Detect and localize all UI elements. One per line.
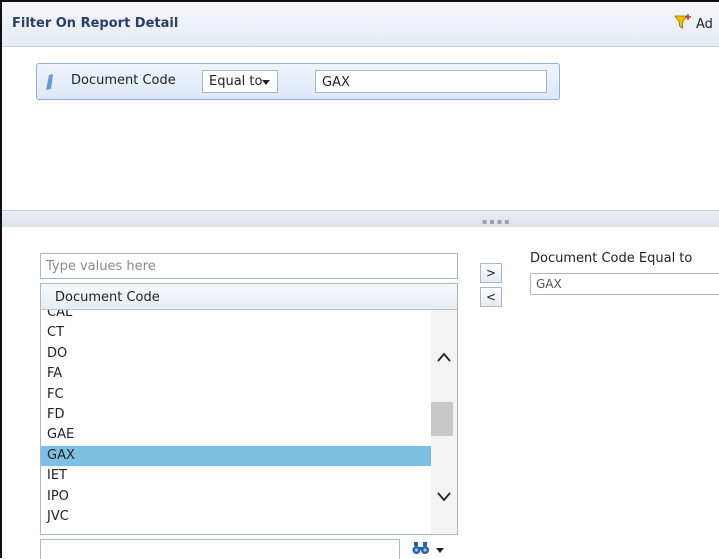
condition-object-label: Document Code [71, 73, 176, 88]
list-item[interactable]: GAE [41, 425, 431, 445]
list-item[interactable]: DO [41, 344, 431, 364]
list-search-field[interactable] [40, 539, 400, 559]
add-filter-icon [674, 13, 692, 35]
type-values-input[interactable]: Type values here [40, 253, 458, 279]
search-options[interactable] [412, 541, 444, 559]
list-item[interactable]: FA [41, 364, 431, 384]
column-header-label: Document Code [55, 290, 160, 305]
remove-value-button[interactable]: < [480, 287, 502, 307]
add-value-button[interactable]: > [480, 263, 502, 283]
list-item[interactable]: CT [41, 323, 431, 343]
filter-condition[interactable]: Document Code Equal to GAX [36, 63, 560, 100]
values-list[interactable]: Document Code CAL CT DO FA FC FD GAE GAX IET IPO J… [40, 283, 458, 535]
list-item[interactable]: GAX [41, 445, 431, 467]
condition-value: GAX [322, 75, 350, 90]
vertical-scrollbar[interactable] [431, 310, 457, 534]
list-item[interactable]: IET [41, 466, 431, 486]
list-item[interactable]: IPO [41, 487, 431, 507]
condition-value-field[interactable]: GAX [315, 70, 547, 93]
chevron-down-icon [262, 80, 270, 85]
scroll-down-icon[interactable] [437, 492, 451, 502]
filter-conditions-area: Document Code Equal to GAX [2, 47, 719, 210]
list-item[interactable]: FC [41, 385, 431, 405]
grip-icon: ▪▪▪▪ [482, 217, 512, 226]
operator-dropdown[interactable]: Equal to [202, 70, 278, 93]
scrollbar-thumb[interactable] [431, 402, 453, 436]
operator-value: Equal to [209, 74, 263, 89]
panel-header: Filter On Report Detail Ad [2, 2, 719, 47]
list-item[interactable]: FD [41, 405, 431, 425]
panel-splitter[interactable]: ▪▪▪▪ [2, 210, 719, 228]
panel-title: Filter On Report Detail [12, 16, 179, 31]
scroll-up-icon[interactable] [437, 352, 451, 362]
selected-values-label: Document Code Equal to [530, 251, 693, 266]
list-item[interactable]: JVC [41, 507, 431, 527]
list-item[interactable]: CAL [41, 310, 431, 323]
add-filter-button[interactable]: Ad [674, 13, 713, 35]
type-values-placeholder: Type values here [46, 259, 156, 274]
binoculars-icon[interactable] [412, 541, 430, 559]
drag-handle-icon[interactable] [43, 73, 55, 91]
chevron-down-icon[interactable] [436, 543, 444, 558]
list-column-header[interactable]: Document Code [41, 284, 457, 310]
list-items: CAL CT DO FA FC FD GAE GAX IET IPO JVC [41, 310, 431, 527]
list-items-viewport: CAL CT DO FA FC FD GAE GAX IET IPO JVC [41, 310, 431, 534]
value-selection-area: Type values here Document Code CAL CT DO FA… [2, 227, 719, 559]
add-filter-label: Ad [696, 16, 713, 32]
selected-values-list[interactable]: GAX [530, 273, 719, 295]
selected-value[interactable]: GAX [536, 277, 562, 291]
